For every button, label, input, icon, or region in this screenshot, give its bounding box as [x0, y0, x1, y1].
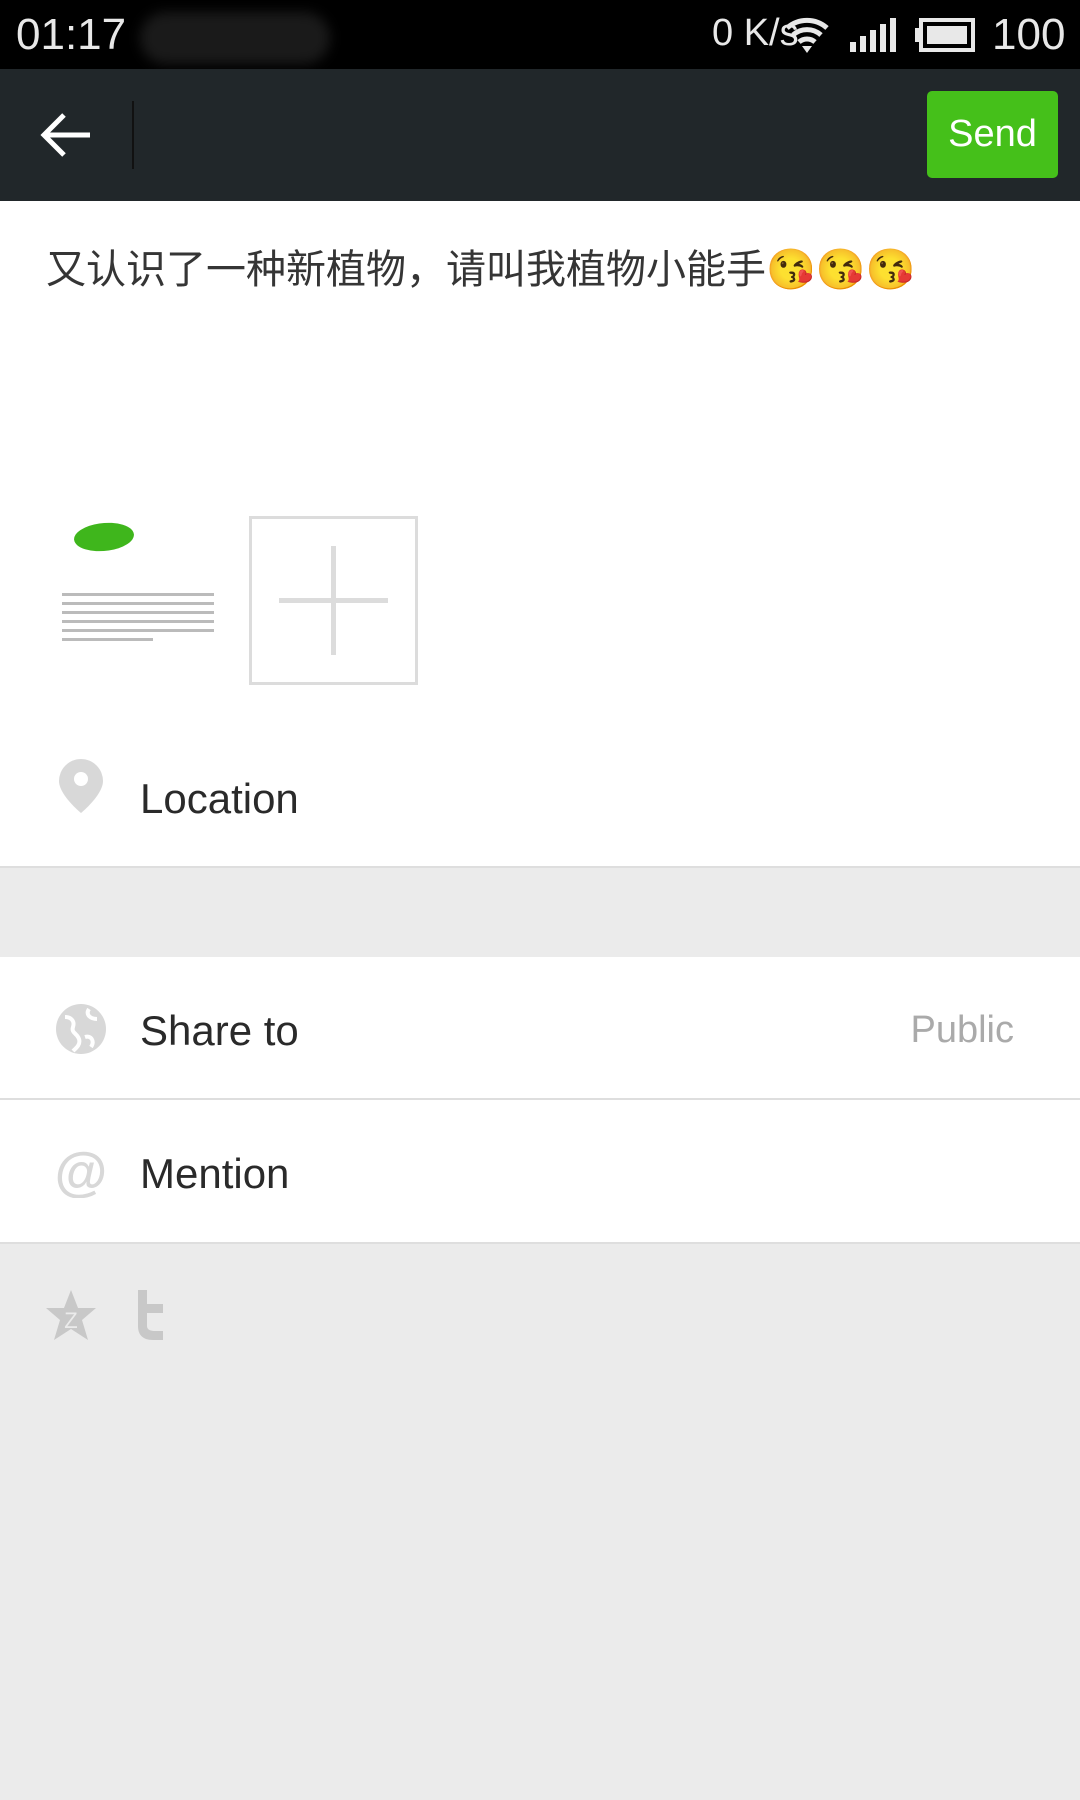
svg-text:@: @	[55, 1146, 107, 1198]
thumbnail-text-lines	[62, 593, 214, 647]
wifi-icon	[785, 17, 829, 53]
at-icon: @	[55, 1146, 107, 1198]
location-row[interactable]: Location	[0, 701, 1080, 868]
clock: 01:17	[16, 10, 127, 59]
share-to-label: Share to	[140, 1007, 299, 1054]
svg-text:Z: Z	[64, 1308, 77, 1333]
share-to-value: Public	[910, 1009, 1015, 1051]
battery-icon	[915, 18, 975, 52]
toolbar-divider	[132, 101, 134, 169]
share-to-row[interactable]: Share to Public	[0, 957, 1080, 1100]
mention-row[interactable]: @ Mention	[0, 1100, 1080, 1244]
globe-icon	[56, 1004, 106, 1054]
status-bar: 01:17 0 K/s 100	[0, 0, 1080, 69]
battery-percent: 100	[992, 10, 1066, 59]
attached-image-thumbnail[interactable]	[60, 515, 220, 690]
mention-label: Mention	[140, 1150, 290, 1197]
add-image-button[interactable]	[249, 516, 418, 685]
send-button[interactable]: Send	[927, 91, 1058, 178]
qzone-star-icon[interactable]: Z	[46, 1290, 96, 1342]
tencent-weibo-icon[interactable]	[132, 1290, 166, 1340]
leaf-image	[72, 518, 136, 556]
toolbar: Send	[0, 69, 1080, 201]
location-pin-icon	[59, 759, 103, 813]
post-text-input[interactable]: 又认识了一种新植物，请叫我植物小能手😘😘😘	[46, 237, 915, 295]
location-label: Location	[140, 775, 299, 822]
redacted-area	[140, 12, 330, 64]
back-arrow-icon[interactable]	[38, 111, 94, 159]
signal-icon	[850, 18, 896, 52]
